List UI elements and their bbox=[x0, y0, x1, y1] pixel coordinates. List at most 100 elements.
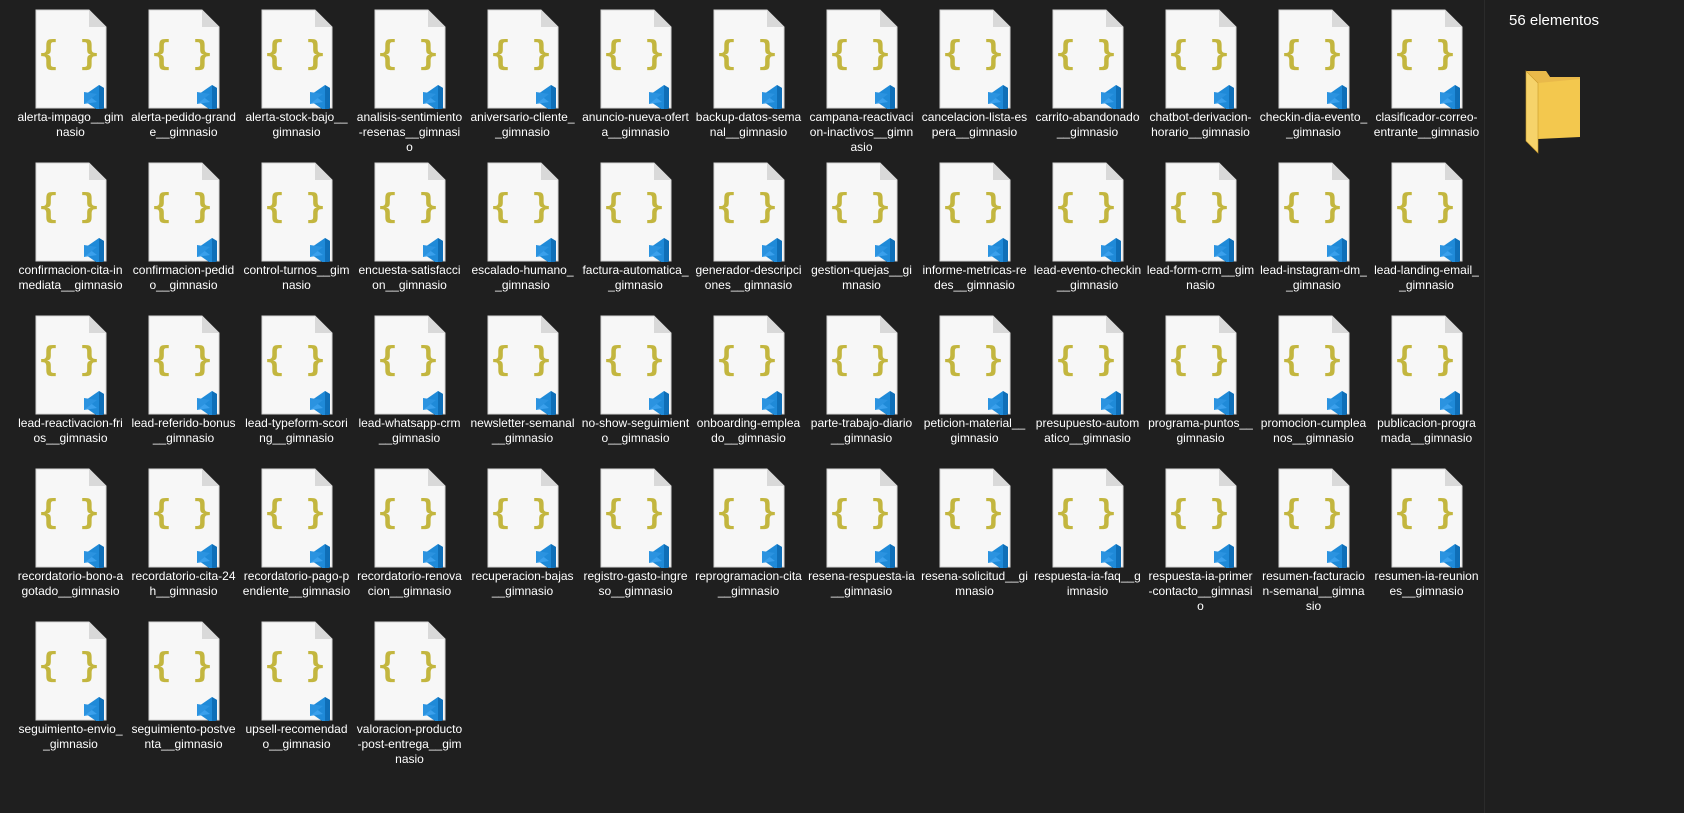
file-item[interactable]: { } registro-gasto-ingreso__gimnasio bbox=[579, 467, 692, 620]
json-vscode-file-icon: { } bbox=[1049, 315, 1127, 415]
file-item[interactable]: { } generador-descripciones__gimnasio bbox=[692, 161, 805, 314]
details-pane: 56 elementos bbox=[1485, 0, 1684, 813]
file-item[interactable]: { } resumen-facturacion-semanal__gimnasi… bbox=[1257, 467, 1370, 620]
file-item[interactable]: { } no-show-seguimiento__gimnasio bbox=[579, 314, 692, 467]
svg-text:{ }: { } bbox=[490, 34, 551, 74]
svg-text:{ }: { } bbox=[942, 493, 1003, 533]
file-item[interactable]: { } cancelacion-lista-espera__gimnasio bbox=[918, 8, 1031, 161]
file-name-label: gestion-quejas__gimnasio bbox=[811, 263, 912, 292]
json-vscode-file-icon: { } bbox=[145, 468, 223, 568]
file-item[interactable]: { } lead-form-crm__gimnasio bbox=[1144, 161, 1257, 314]
svg-text:{ }: { } bbox=[1394, 493, 1455, 533]
file-item[interactable]: { } carrito-abandonado__gimnasio bbox=[1031, 8, 1144, 161]
svg-text:{ }: { } bbox=[1394, 187, 1455, 227]
file-item[interactable]: { } chatbot-derivacion-horario__gimnasio bbox=[1144, 8, 1257, 161]
svg-text:{ }: { } bbox=[716, 340, 777, 380]
json-vscode-file-icon: { } bbox=[484, 468, 562, 568]
file-item[interactable]: { } onboarding-empleado__gimnasio bbox=[692, 314, 805, 467]
json-vscode-file-icon: { } bbox=[484, 162, 562, 262]
file-name-label: factura-automatica__gimnasio bbox=[582, 263, 689, 292]
svg-text:{ }: { } bbox=[264, 34, 325, 74]
file-name-label: encuesta-satisfaccion__gimnasio bbox=[358, 263, 461, 292]
file-name-label: no-show-seguimiento__gimnasio bbox=[581, 416, 690, 445]
file-item[interactable]: { } aniversario-cliente__gimnasio bbox=[466, 8, 579, 161]
file-item[interactable]: { } escalado-humano__gimnasio bbox=[466, 161, 579, 314]
file-name-label: escalado-humano__gimnasio bbox=[471, 263, 574, 292]
file-name-label: respuesta-ia-faq__gimnasio bbox=[1034, 569, 1141, 598]
svg-text:{ }: { } bbox=[377, 646, 438, 686]
file-item[interactable]: { } resena-solicitud__gimnasio bbox=[918, 467, 1031, 620]
file-item[interactable]: { } promocion-cumpleanos__gimnasio bbox=[1257, 314, 1370, 467]
file-name-label: lead-reactivacion-frios__gimnasio bbox=[18, 416, 123, 445]
file-item[interactable]: { } alerta-pedido-grande__gimnasio bbox=[127, 8, 240, 161]
file-name-label: cancelacion-lista-espera__gimnasio bbox=[921, 110, 1028, 139]
file-item[interactable]: { } backup-datos-semanal__gimnasio bbox=[692, 8, 805, 161]
file-item[interactable]: { } lead-whatsapp-crm__gimnasio bbox=[353, 314, 466, 467]
file-item[interactable]: { } clasificador-correo-entrante__gimnas… bbox=[1370, 8, 1483, 161]
file-item[interactable]: { } anuncio-nueva-oferta__gimnasio bbox=[579, 8, 692, 161]
item-count-label: 56 elementos bbox=[1509, 12, 1600, 29]
file-item[interactable]: { } lead-referido-bonus__gimnasio bbox=[127, 314, 240, 467]
file-item[interactable]: { } respuesta-ia-primer-contacto__gimnas… bbox=[1144, 467, 1257, 620]
json-vscode-file-icon: { } bbox=[1388, 315, 1466, 415]
file-item[interactable]: { } seguimiento-envio__gimnasio bbox=[14, 620, 127, 773]
file-item[interactable]: { } resumen-ia-reuniones__gimnasio bbox=[1370, 467, 1483, 620]
file-item[interactable]: { } informe-metricas-redes__gimnasio bbox=[918, 161, 1031, 314]
json-vscode-file-icon: { } bbox=[597, 315, 675, 415]
file-item[interactable]: { } reprogramacion-cita__gimnasio bbox=[692, 467, 805, 620]
file-item[interactable]: { } campana-reactivacion-inactivos__gimn… bbox=[805, 8, 918, 161]
file-item[interactable]: { } recordatorio-renovacion__gimnasio bbox=[353, 467, 466, 620]
svg-text:{ }: { } bbox=[1055, 340, 1116, 380]
file-item[interactable]: { } valoracion-producto-post-entrega__gi… bbox=[353, 620, 466, 773]
svg-text:{ }: { } bbox=[1168, 187, 1229, 227]
file-item[interactable]: { } analisis-sentimiento-resenas__gimnas… bbox=[353, 8, 466, 161]
file-item[interactable]: { } confirmacion-cita-inmediata__gimnasi… bbox=[14, 161, 127, 314]
file-item[interactable]: { } alerta-stock-bajo__gimnasio bbox=[240, 8, 353, 161]
file-item[interactable]: { } encuesta-satisfaccion__gimnasio bbox=[353, 161, 466, 314]
file-item[interactable]: { } lead-landing-email__gimnasio bbox=[1370, 161, 1483, 314]
json-vscode-file-icon: { } bbox=[710, 162, 788, 262]
json-vscode-file-icon: { } bbox=[32, 315, 110, 415]
file-item[interactable]: { } recordatorio-pago-pendiente__gimnasi… bbox=[240, 467, 353, 620]
file-item[interactable]: { } gestion-quejas__gimnasio bbox=[805, 161, 918, 314]
json-vscode-file-icon: { } bbox=[32, 9, 110, 109]
file-item[interactable]: { } upsell-recomendado__gimnasio bbox=[240, 620, 353, 773]
file-grid: { } alerta-impago__gimnasio { } alerta-p… bbox=[14, 8, 1484, 773]
json-vscode-file-icon: { } bbox=[710, 315, 788, 415]
file-item[interactable]: { } lead-instagram-dm__gimnasio bbox=[1257, 161, 1370, 314]
file-item[interactable]: { } alerta-impago__gimnasio bbox=[14, 8, 127, 161]
file-item[interactable]: { } recordatorio-cita-24h__gimnasio bbox=[127, 467, 240, 620]
file-item[interactable]: { } programa-puntos__gimnasio bbox=[1144, 314, 1257, 467]
file-name-label: parte-trabajo-diario__gimnasio bbox=[810, 416, 913, 445]
file-item[interactable]: { } peticion-material__gimnasio bbox=[918, 314, 1031, 467]
file-name-label: promocion-cumpleanos__gimnasio bbox=[1260, 416, 1367, 445]
svg-text:{ }: { } bbox=[1281, 187, 1342, 227]
file-item[interactable]: { } presupuesto-automatico__gimnasio bbox=[1031, 314, 1144, 467]
file-item[interactable]: { } resena-respuesta-ia__gimnasio bbox=[805, 467, 918, 620]
json-vscode-file-icon: { } bbox=[597, 162, 675, 262]
file-item[interactable]: { } checkin-dia-evento__gimnasio bbox=[1257, 8, 1370, 161]
file-item[interactable]: { } recuperacion-bajas__gimnasio bbox=[466, 467, 579, 620]
json-vscode-file-icon: { } bbox=[32, 162, 110, 262]
file-item[interactable]: { } lead-evento-checkin__gimnasio bbox=[1031, 161, 1144, 314]
file-item[interactable]: { } lead-typeform-scoring__gimnasio bbox=[240, 314, 353, 467]
file-item[interactable]: { } seguimiento-postventa__gimnasio bbox=[127, 620, 240, 773]
svg-text:{ }: { } bbox=[151, 646, 212, 686]
json-vscode-file-icon: { } bbox=[1049, 9, 1127, 109]
file-name-label: carrito-abandonado__gimnasio bbox=[1035, 110, 1140, 139]
file-name-label: lead-instagram-dm__gimnasio bbox=[1260, 263, 1367, 292]
file-item[interactable]: { } recordatorio-bono-agotado__gimnasio bbox=[14, 467, 127, 620]
file-item[interactable]: { } publicacion-programada__gimnasio bbox=[1370, 314, 1483, 467]
file-item[interactable]: { } parte-trabajo-diario__gimnasio bbox=[805, 314, 918, 467]
file-item[interactable]: { } respuesta-ia-faq__gimnasio bbox=[1031, 467, 1144, 620]
json-vscode-file-icon: { } bbox=[1275, 315, 1353, 415]
svg-text:{ }: { } bbox=[1394, 340, 1455, 380]
svg-text:{ }: { } bbox=[151, 34, 212, 74]
file-item[interactable]: { } lead-reactivacion-frios__gimnasio bbox=[14, 314, 127, 467]
file-item[interactable]: { } control-turnos__gimnasio bbox=[240, 161, 353, 314]
file-item[interactable]: { } confirmacion-pedido__gimnasio bbox=[127, 161, 240, 314]
file-item[interactable]: { } newsletter-semanal__gimnasio bbox=[466, 314, 579, 467]
json-vscode-file-icon: { } bbox=[936, 315, 1014, 415]
file-item[interactable]: { } factura-automatica__gimnasio bbox=[579, 161, 692, 314]
file-name-label: seguimiento-postventa__gimnasio bbox=[131, 722, 236, 751]
